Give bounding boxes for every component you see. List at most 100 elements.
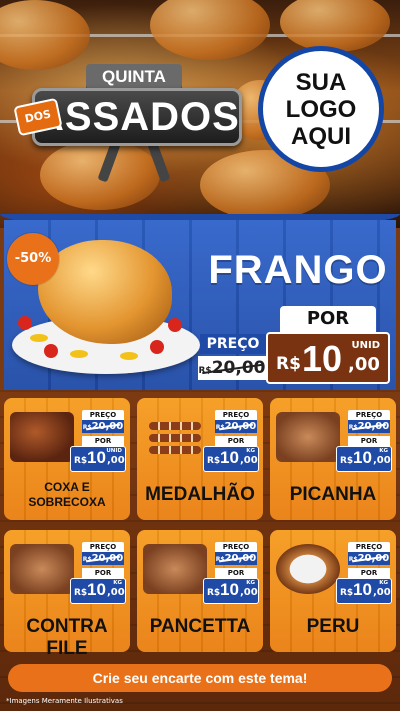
herb-garnish <box>120 352 138 360</box>
product-card: PREÇO R$20,00 POR R$ 10,00 KG PANCETTA <box>137 530 263 652</box>
product-name: CONTRA FILE <box>26 616 108 659</box>
preco-label: PREÇO <box>215 542 257 552</box>
product-name: PICANHA <box>289 484 377 505</box>
hero-old-price: R$20,00 <box>198 356 266 380</box>
product-card: PREÇO R$20,00 POR R$ 10,00 KG MEDALHÃO <box>137 398 263 520</box>
hero-por-label: POR <box>280 306 376 332</box>
por-label: POR <box>215 436 257 446</box>
tomato-garnish <box>150 340 164 354</box>
product-image <box>143 544 207 594</box>
old-currency: R$ <box>348 556 358 563</box>
herb-garnish <box>70 350 88 358</box>
cta-banner[interactable]: Crie seu encarte com este tema! <box>8 664 392 692</box>
old-price: R$20,00 <box>82 420 124 433</box>
old-price-value: 20,00 <box>211 358 266 378</box>
price-tag: R$ 10,00 KG <box>70 578 126 604</box>
product-image <box>143 412 207 462</box>
hero-price-tag: R$ 10 ,00 UNID <box>266 332 390 384</box>
por-label: POR <box>348 568 390 578</box>
price-unit: UNID <box>351 340 380 351</box>
preco-label: PREÇO <box>348 542 390 552</box>
price-integer: 10 <box>353 448 372 467</box>
old-price: R$20,00 <box>348 420 390 433</box>
por-label: POR <box>215 568 257 578</box>
currency: R$ <box>340 588 354 598</box>
old-price-value: 20,00 <box>357 553 390 564</box>
hero-preco-label: PREÇO <box>200 334 266 354</box>
price-tag: R$ 10,00 KG <box>336 446 392 472</box>
old-price-value: 20,00 <box>224 553 257 564</box>
price-unit: UNID <box>106 448 122 454</box>
currency: R$ <box>74 588 88 598</box>
brand-name: ASSADOS <box>32 88 242 146</box>
brand-quinta: QUINTA <box>86 64 182 90</box>
preco-label: PREÇO <box>348 410 390 420</box>
product-image <box>276 544 340 594</box>
logo-line: SUA <box>295 68 347 96</box>
price-tag: R$ 10,00 KG <box>336 578 392 604</box>
product-name: PERU <box>306 616 360 637</box>
logo-line: AQUI <box>291 122 351 150</box>
product-name: PANCETTA <box>149 616 251 637</box>
price-integer: 10 <box>220 580 239 599</box>
price-cents: ,00 <box>373 455 391 466</box>
price-integer: 10 <box>87 448 106 467</box>
por-label: POR <box>348 436 390 446</box>
price-unit: KG <box>246 580 255 586</box>
product-image <box>10 544 74 594</box>
old-price: R$20,00 <box>215 552 257 565</box>
product-name: COXA E SOBRECOXA <box>28 480 106 509</box>
disclaimer: *Imagens Meramente Ilustrativas <box>6 697 123 705</box>
old-currency: R$ <box>198 366 212 376</box>
price-unit: KG <box>246 448 255 454</box>
currency: R$ <box>207 588 221 598</box>
product-card: PREÇO R$20,00 POR R$ 10,00 KG CONTRA FILE <box>4 530 130 659</box>
logo-line: LOGO <box>285 95 357 123</box>
price-unit: KG <box>113 580 122 586</box>
product-card: PREÇO R$20,00 POR R$ 10,00 UNID COXA E SOBRECO… <box>4 398 130 520</box>
product-image <box>10 412 74 462</box>
old-currency: R$ <box>82 424 92 431</box>
por-label: POR <box>82 568 124 578</box>
old-price-value: 20,00 <box>91 421 124 432</box>
old-price: R$20,00 <box>348 552 390 565</box>
product-name: MEDALHÃO <box>145 484 255 505</box>
price-cents: ,00 <box>107 455 125 466</box>
old-price: R$20,00 <box>82 552 124 565</box>
tomato-garnish <box>168 318 182 332</box>
product-card: PREÇO R$20,00 POR R$ 10,00 KG PICANHA <box>270 398 396 520</box>
old-currency: R$ <box>215 424 225 431</box>
currency: R$ <box>276 354 301 374</box>
preco-label: PREÇO <box>82 542 124 552</box>
price-integer: 10 <box>87 580 106 599</box>
tomato-garnish <box>44 344 58 358</box>
preco-label: PREÇO <box>82 410 124 420</box>
price-cents: ,00 <box>107 587 125 598</box>
currency: R$ <box>74 456 88 466</box>
herb-garnish <box>30 334 48 342</box>
discount-badge: -50% <box>10 236 56 282</box>
roast-chicken-image <box>280 0 390 52</box>
currency: R$ <box>207 456 221 466</box>
price-cents: ,00 <box>240 587 258 598</box>
brand-logo: QUINTA ASSADOS DOS <box>13 46 246 183</box>
product-image <box>276 412 340 462</box>
preco-label: PREÇO <box>215 410 257 420</box>
price-tag: R$ 10,00 KG <box>203 578 259 604</box>
price-unit: KG <box>379 448 388 454</box>
old-price-value: 20,00 <box>357 421 390 432</box>
currency: R$ <box>340 456 354 466</box>
price-cents: ,00 <box>373 587 391 598</box>
old-price-value: 20,00 <box>224 421 257 432</box>
price-cents: ,00 <box>348 354 380 375</box>
price-cents: ,00 <box>240 455 258 466</box>
old-price: R$20,00 <box>215 420 257 433</box>
old-currency: R$ <box>82 556 92 563</box>
old-currency: R$ <box>215 556 225 563</box>
price-integer: 10 <box>302 338 343 379</box>
product-card: PREÇO R$20,00 POR R$ 10,00 KG PERU <box>270 530 396 652</box>
price-unit: KG <box>379 580 388 586</box>
old-currency: R$ <box>348 424 358 431</box>
price-tag: R$ 10,00 KG <box>203 446 259 472</box>
price-integer: 10 <box>353 580 372 599</box>
